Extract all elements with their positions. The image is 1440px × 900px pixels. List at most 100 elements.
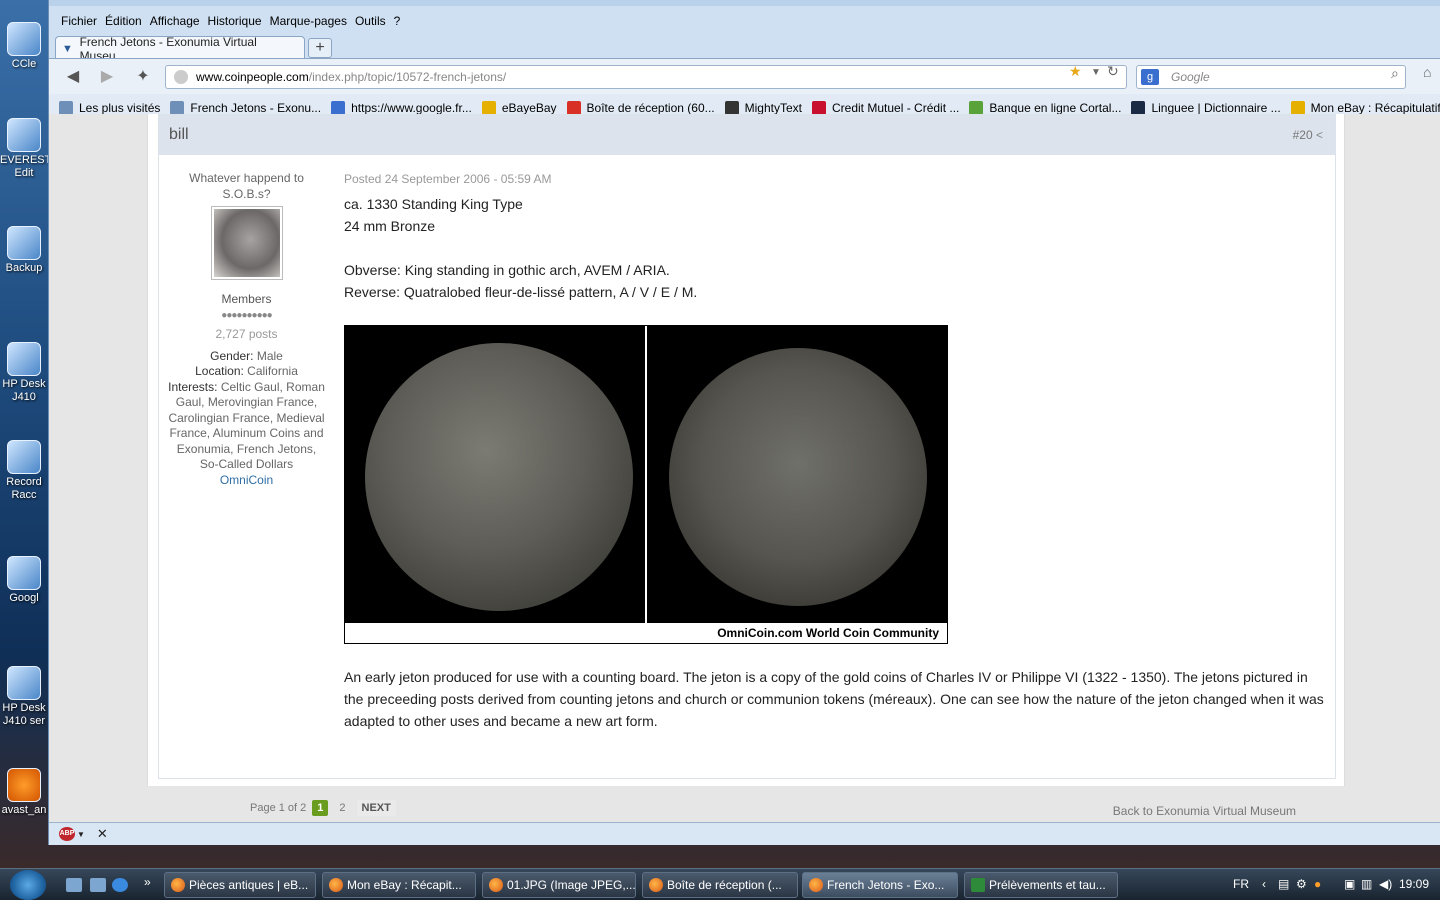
addon-bar: ABP ▼ ✕	[49, 822, 1440, 845]
page-content: bill #20 < Whatever happend to S.O.B.s? …	[49, 114, 1440, 822]
desktop-icon-google[interactable]: Googl	[0, 556, 48, 610]
site-identity-icon	[174, 70, 188, 84]
pagination: Page 1 of 2 1 2 NEXT	[250, 800, 396, 816]
interests-row: Interests: Celtic Gaul, Roman Gaul, Mero…	[168, 379, 325, 472]
tray-monitor-icon[interactable]: ▥	[1361, 877, 1372, 891]
post-number[interactable]: #20 <	[1293, 128, 1323, 142]
coin-reverse-image	[669, 348, 927, 606]
tray-expand-icon[interactable]: ‹	[1262, 877, 1266, 891]
google-icon	[331, 101, 346, 115]
tray-avast-icon[interactable]: ●	[1314, 877, 1321, 891]
bookmark-ebay[interactable]: eBayeBay	[481, 101, 557, 115]
adblock-icon[interactable]: ABP	[59, 827, 75, 841]
quicklaunch-expand-icon[interactable]: »	[144, 875, 151, 889]
url-bar[interactable]: www.coinpeople.com /index.php/topic/1057…	[165, 65, 1127, 89]
menu-outils[interactable]: Outils	[355, 14, 386, 28]
bookmark-most-visited[interactable]: Les plus visités	[59, 101, 160, 115]
menu-marque-pages[interactable]: Marque-pages	[270, 14, 347, 28]
forward-arrow-icon[interactable]: ▶	[97, 68, 117, 86]
firefox-icon	[329, 878, 343, 892]
clock[interactable]: 19:09	[1399, 877, 1429, 891]
desktop-icon-hp-deskjet-ser[interactable]: HP Desk J410 ser	[0, 666, 48, 732]
excel-icon	[971, 878, 985, 892]
avast-icon	[7, 768, 41, 802]
acrobat-icon	[812, 101, 826, 115]
search-engine-icon[interactable]: g	[1141, 69, 1159, 85]
menu-help[interactable]: ?	[394, 14, 401, 28]
menu-fichier[interactable]: Fichier	[61, 14, 97, 28]
menu-edition[interactable]: Édition	[105, 14, 142, 28]
home-icon[interactable]: ⌂	[1423, 64, 1431, 80]
forum-post: bill #20 < Whatever happend to S.O.B.s? …	[158, 114, 1336, 779]
tray-security-icon[interactable]: ⚙	[1296, 877, 1307, 891]
task-prelevements[interactable]: Prélèvements et tau...	[964, 872, 1118, 898]
history-dropdown-icon[interactable]: ▼	[1091, 67, 1101, 78]
bookmark-mightytext[interactable]: MightyText	[724, 101, 802, 115]
reputation-pips: ●●●●●●●●●●	[221, 309, 272, 321]
language-indicator[interactable]: FR	[1233, 877, 1249, 891]
desktop-icon-record[interactable]: Record Racc	[0, 440, 48, 516]
back-arrow-icon[interactable]: ◀	[63, 68, 83, 86]
desktop-icon-hp-deskjet[interactable]: HP Desk J410	[0, 342, 48, 408]
bookmark-my-ebay[interactable]: Mon eBay : Récapitulatif	[1290, 101, 1440, 115]
task-french-jetons[interactable]: French Jetons - Exo...	[802, 872, 958, 898]
post-line-size: 24 mm Bronze	[344, 218, 436, 234]
close-addonbar-icon[interactable]: ✕	[97, 826, 108, 842]
bookmark-cortal[interactable]: Banque en ligne Cortal...	[969, 101, 1121, 115]
task-boite-reception[interactable]: Boîte de réception (...	[642, 872, 798, 898]
desktop-icon-avast[interactable]: avast_an	[0, 768, 48, 828]
folder-icon	[59, 101, 73, 115]
location-row: Location: California	[195, 364, 298, 378]
search-bar[interactable]: g Google	[1136, 65, 1406, 89]
cortal-icon	[969, 101, 984, 115]
bookmark-star-icon[interactable]: ★	[1069, 63, 1082, 80]
firefox-icon	[809, 878, 823, 892]
reload-icon[interactable]: ↻	[1107, 63, 1119, 80]
tray-network-icon[interactable]: ▤	[1278, 877, 1289, 891]
desktop-icon-ccleaner[interactable]: CCle	[0, 22, 48, 72]
task-mon-ebay[interactable]: Mon eBay : Récapit...	[322, 872, 476, 898]
bookmark-google[interactable]: https://www.google.fr...	[331, 101, 472, 115]
tray-device-icon[interactable]: ▣	[1344, 877, 1355, 891]
coin-image[interactable]: OmniCoin.com World Coin Community	[344, 325, 948, 644]
desktop-icon-everest[interactable]: EVEREST Edit	[0, 118, 48, 190]
post-header: bill #20 <	[159, 115, 1335, 155]
addon-icon[interactable]: ✦	[133, 68, 153, 86]
task-pieces-antiques[interactable]: Pièces antiques | eB...	[164, 872, 316, 898]
next-page-button[interactable]: NEXT	[356, 800, 396, 816]
show-desktop-icon[interactable]	[66, 878, 82, 892]
task-01-jpg[interactable]: 01.JPG (Image JPEG,...	[482, 872, 636, 898]
author-title: Whatever happend to S.O.B.s?	[189, 171, 304, 201]
menu-affichage[interactable]: Affichage	[150, 14, 200, 28]
desktop-icon-backup[interactable]: Backup	[0, 226, 48, 286]
coinpeople-icon	[170, 101, 185, 115]
menu-historique[interactable]: Historique	[208, 14, 262, 28]
bookmark-french-jetons[interactable]: French Jetons - Exonu...	[170, 101, 321, 115]
back-to-forum-link[interactable]: Back to Exonumia Virtual Museum	[1113, 804, 1296, 818]
internet-explorer-icon[interactable]	[112, 878, 128, 892]
search-icon[interactable]: ⌕	[1391, 65, 1399, 82]
start-button[interactable]	[10, 870, 46, 900]
share-icon[interactable]: <	[1316, 128, 1323, 142]
firefox-icon	[649, 878, 663, 892]
printer-icon	[7, 666, 41, 700]
bookmark-credit-mutuel[interactable]: Credit Mutuel - Crédit ...	[812, 101, 959, 115]
page-1-button[interactable]: 1	[312, 800, 329, 816]
website-link[interactable]: OmniCoin	[159, 473, 334, 489]
tab-french-jetons[interactable]: ▼ French Jetons - Exonumia Virtual Museu…	[55, 35, 305, 63]
bookmark-gmail[interactable]: Boîte de réception (60...	[566, 101, 715, 115]
avatar[interactable]	[210, 206, 283, 280]
new-tab-button[interactable]: +	[308, 38, 332, 58]
search-placeholder: Google	[1171, 70, 1210, 84]
page-2-button[interactable]: 2	[334, 800, 350, 816]
taskbar: » Pièces antiques | eB... Mon eBay : Réc…	[0, 868, 1440, 900]
switch-windows-icon[interactable]	[90, 878, 106, 892]
url-path: /index.php/topic/10572-french-jetons/	[308, 70, 507, 84]
volume-icon[interactable]: ◀)	[1379, 877, 1392, 891]
gender-row: Gender: Male	[210, 348, 283, 363]
bookmark-linguee[interactable]: Linguee | Dictionnaire ...	[1131, 101, 1281, 115]
firefox-icon	[171, 878, 185, 892]
adblock-dropdown-icon[interactable]: ▼	[77, 830, 85, 839]
post-author-name[interactable]: bill	[169, 126, 189, 144]
tab-bar: ▼ French Jetons - Exonumia Virtual Museu…	[49, 35, 1440, 63]
